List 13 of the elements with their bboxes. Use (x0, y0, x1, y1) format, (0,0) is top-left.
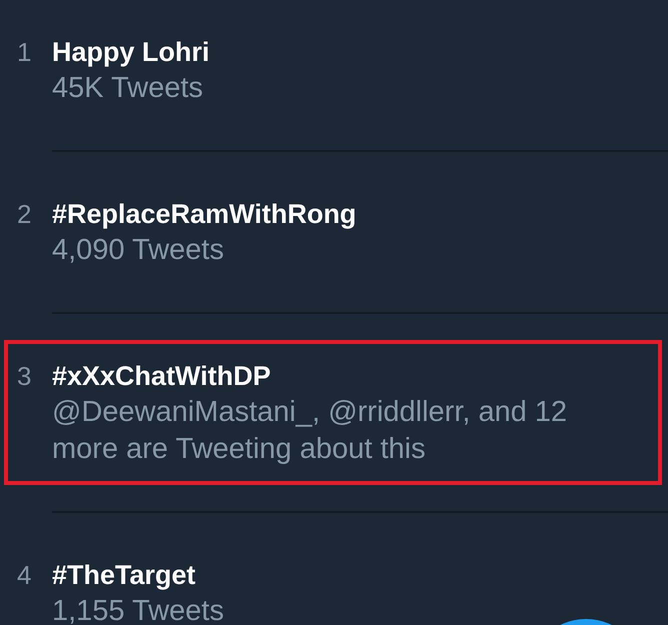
trend-context: 1,155 Tweets (52, 594, 224, 625)
trend-name[interactable]: #ReplaceRamWithRong (52, 196, 356, 232)
floating-action-button[interactable] (560, 619, 612, 625)
trend-context: 45K Tweets (52, 71, 204, 106)
trend-rank: 4 (17, 559, 32, 592)
trend-rank: 3 (17, 360, 32, 393)
trend-name[interactable]: #xXxChatWithDP (52, 358, 271, 394)
trend-context: 4,090 Tweets (52, 233, 224, 268)
trend-rank: 1 (17, 36, 32, 69)
trend-context: @DeewaniMastani_, @rriddllerr, and 12 more are Tweeting about this (52, 395, 568, 467)
trend-rank: 2 (17, 198, 32, 231)
trend-name[interactable]: Happy Lohri (52, 34, 210, 70)
trend-name[interactable]: #TheTarget (52, 557, 196, 593)
